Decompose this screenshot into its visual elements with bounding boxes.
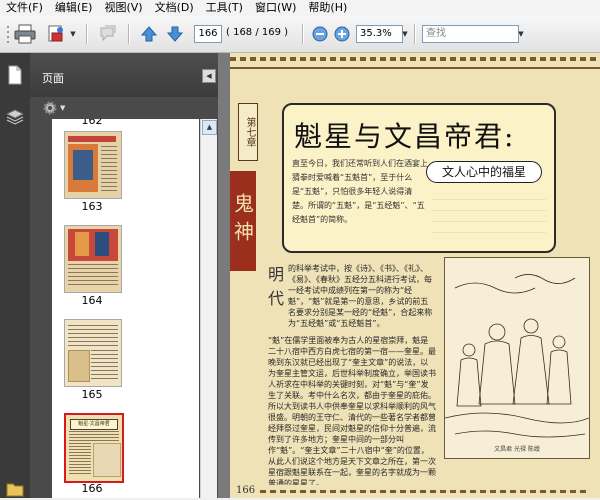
- search-dropdown-icon[interactable]: ▼: [516, 25, 526, 43]
- title-box: 魁星与文昌帝君: 直至今日，我们还常听到人们在酒宴上猜拳时爱喊着“五魁首”，至于…: [282, 103, 556, 253]
- menu-tools[interactable]: 工具(T): [200, 0, 249, 16]
- menu-help[interactable]: 帮助(H): [302, 0, 353, 16]
- toolbar: ▼ 166 ( 168 / 169 ) 35.3% ▼ 查找 ▼: [0, 16, 600, 53]
- chapter-tag: 第七章: [238, 103, 258, 161]
- body-paragraph-2: “魁”在儒学里面被奉为古人的星宿崇拜，魁是二十八宿中西方白虎七宿的第一宿——奎星…: [268, 336, 436, 485]
- email-dropdown-icon[interactable]: ▼: [68, 25, 78, 43]
- print-icon[interactable]: [12, 22, 38, 46]
- navigation-rail: [0, 53, 31, 498]
- side-title: 鬼神: [230, 171, 256, 271]
- thumbnails-scrollbar[interactable]: ▲: [200, 119, 217, 498]
- illustration-figures: [445, 274, 589, 438]
- menu-document[interactable]: 文档(D): [149, 0, 200, 16]
- thumbnail-label-partial: 162: [81, 119, 103, 127]
- options-gear-icon[interactable]: ▼: [42, 100, 65, 116]
- pages-icon[interactable]: [7, 65, 23, 88]
- illustration: 文昌君 光禄 陈绶: [444, 257, 590, 459]
- panel-menu-icon[interactable]: ◀: [202, 69, 216, 83]
- era-heading: 明代: [268, 265, 285, 308]
- zoom-dropdown-icon[interactable]: ▼: [400, 25, 410, 43]
- toolbar-separator: [302, 24, 304, 44]
- thumbnail-page-163[interactable]: [64, 131, 122, 199]
- thumbnail-label: 163: [81, 200, 103, 213]
- page-count-label: ( 168 / 169 ): [226, 27, 289, 38]
- page-number-input[interactable]: 166: [194, 25, 222, 43]
- page-number: 166: [236, 485, 256, 496]
- menu-view[interactable]: 视图(V): [98, 0, 148, 16]
- zoom-in-icon[interactable]: [332, 22, 352, 46]
- document-page: 第七章 鬼神 魁星与文昌帝君: 直至今日，我们还常听到人们在酒宴上猜拳时爱喊着“…: [230, 53, 600, 498]
- attachments-icon[interactable]: [6, 481, 24, 500]
- menu-edit[interactable]: 编辑(E): [49, 0, 99, 16]
- pages-panel-title: 页面: [42, 72, 64, 85]
- zoom-out-icon[interactable]: [310, 22, 330, 46]
- menu-bar: 文件(F) 编辑(E) 视图(V) 文档(D) 工具(T) 窗口(W) 帮助(H…: [0, 0, 600, 16]
- search-input[interactable]: 查找: [422, 25, 519, 43]
- comment-icon[interactable]: [96, 22, 120, 46]
- layers-icon[interactable]: [5, 108, 25, 129]
- toolbar-separator: [414, 24, 416, 44]
- thumbnail-page-165[interactable]: [64, 319, 122, 387]
- intro-text: 直至今日，我们还常听到人们在酒宴上猜拳时爱喊着“五魁首”，至于什么是“五魁”，只…: [292, 159, 428, 224]
- next-page-icon[interactable]: [164, 22, 186, 46]
- menu-file[interactable]: 文件(F): [0, 0, 49, 16]
- previous-page-icon[interactable]: [138, 22, 160, 46]
- email-attach-icon[interactable]: [44, 22, 68, 46]
- thumbnail-page-166[interactable]: 魁星·文昌帝君: [64, 413, 124, 483]
- article-title: 魁星与文昌帝君:: [294, 120, 516, 153]
- pages-panel: 页面 ◀ ▼ 162 163 164 165 魁星·文昌帝君 166 ▲: [30, 53, 218, 498]
- thumbnail-label: 165: [81, 388, 103, 401]
- article-subtitle: 文人心中的福星: [426, 161, 542, 183]
- panel-options-bar: ▼: [30, 97, 218, 119]
- document-viewport: 第七章 鬼神 魁星与文昌帝君: 直至今日，我们还常听到人们在酒宴上猜拳时爱喊着“…: [218, 53, 600, 498]
- toolbar-separator: [128, 24, 130, 44]
- illustration-caption: 文昌君 光禄 陈绶: [494, 446, 540, 453]
- scroll-up-icon[interactable]: ▲: [202, 120, 217, 135]
- thumbnail-label: 164: [81, 294, 103, 307]
- pages-panel-header: 页面 ◀: [30, 53, 218, 97]
- zoom-level-input[interactable]: 35.3%: [356, 25, 403, 43]
- thumbnail-label: 166: [81, 482, 103, 495]
- thumbnail-page-164[interactable]: [64, 225, 122, 293]
- body-paragraph-1: 的科举考试中，按《诗》、《书》、《礼》、《易》、《春秋》五经分五科进行考试，每一…: [288, 264, 433, 328]
- toolbar-separator: [86, 24, 88, 44]
- thumbnails-list: 162 163 164 165 魁星·文昌帝君 166: [52, 119, 199, 498]
- menu-window[interactable]: 窗口(W): [249, 0, 302, 16]
- toolbar-grip: [4, 22, 12, 46]
